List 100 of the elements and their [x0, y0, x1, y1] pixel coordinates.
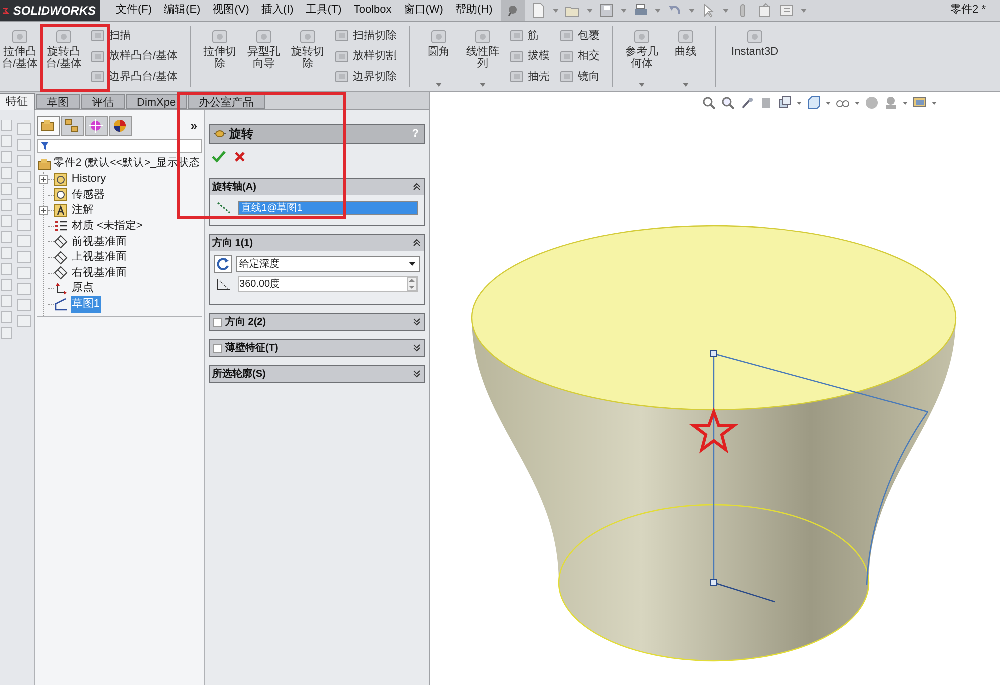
reverse-direction-icon[interactable]	[214, 255, 232, 273]
ribbon-button[interactable]: 边界切除	[335, 68, 398, 86]
display-style-icon[interactable]	[807, 96, 821, 110]
caret-icon[interactable]	[797, 102, 802, 104]
caret-icon[interactable]	[855, 102, 860, 104]
expand-icon[interactable]	[413, 370, 421, 378]
ribbon-button[interactable]: 参考几何体	[622, 22, 662, 91]
sketch-lines-drawing[interactable]	[710, 350, 928, 603]
ribbon-button[interactable]: 曲线	[666, 22, 706, 91]
history-icon	[54, 172, 68, 187]
caret-icon[interactable]	[654, 8, 661, 12]
ribbon-button[interactable]: 旋转凸台/基体	[44, 22, 84, 91]
tree-item[interactable]: 上视基准面	[70, 249, 128, 266]
spinner-icon[interactable]	[407, 277, 417, 291]
ribbon-button[interactable]: 边界凸台/基体	[91, 68, 178, 86]
section-header[interactable]: 方向 1(1)	[210, 235, 424, 251]
ribbon-button[interactable]: 放样凸台/基体	[91, 48, 178, 65]
tree-item[interactable]: 传感器	[70, 186, 106, 204]
ok-icon[interactable]	[212, 151, 226, 163]
ribbon-button[interactable]: 筋	[510, 28, 550, 44]
panel-tab[interactable]	[60, 116, 84, 136]
section-header[interactable]: 方向 2(2)	[210, 314, 424, 330]
panel-tab[interactable]	[108, 116, 132, 136]
ribbon-button[interactable]: 扫描切除	[335, 28, 398, 44]
pin-icon[interactable]	[506, 4, 519, 16]
menu-item[interactable]: 工具(T)	[306, 2, 342, 19]
menu-item[interactable]: 文件(F)	[116, 2, 152, 19]
angle-icon	[216, 276, 232, 292]
tree-item[interactable]: 材质 <未指定>	[70, 218, 144, 235]
ribbon-button[interactable]: 线性阵列	[463, 22, 504, 91]
previous-view-icon[interactable]	[740, 96, 754, 110]
ribbon-button[interactable]: 相交	[560, 48, 600, 65]
ribbon-button[interactable]: 放样切割	[335, 48, 398, 65]
caret-icon[interactable]	[826, 102, 831, 104]
caret-icon	[409, 262, 416, 266]
ribbon-button[interactable]: 抽壳	[510, 68, 550, 86]
caret-icon[interactable]	[586, 8, 593, 12]
expand-toggle-icon[interactable]	[38, 175, 48, 184]
section-title: 所选轮廓(S)	[212, 368, 266, 382]
expand-toggle-icon[interactable]	[38, 206, 48, 216]
tree-item[interactable]: 右视基准面	[70, 264, 128, 282]
tab[interactable]: 特征	[0, 93, 35, 110]
options-icon[interactable]	[778, 2, 795, 18]
caret-icon[interactable]	[932, 102, 937, 104]
tree-item[interactable]: 原点	[70, 280, 95, 297]
caret-icon[interactable]	[688, 8, 695, 12]
zoom-fit-icon[interactable]	[702, 96, 716, 110]
cancel-icon[interactable]	[234, 151, 246, 163]
zoom-area-icon[interactable]	[721, 96, 735, 110]
ribbon-button[interactable]: 扫描	[91, 28, 178, 44]
caret-icon[interactable]	[800, 8, 807, 12]
annotation-icon	[54, 204, 68, 218]
feature-icon	[91, 29, 105, 43]
tab[interactable]: 草图	[36, 94, 80, 109]
section-header[interactable]: 所选轮廓(S)	[210, 366, 424, 382]
angle-field[interactable]: 360.00度	[238, 276, 418, 292]
tree-item[interactable]: History	[70, 171, 108, 188]
expand-icon[interactable]	[413, 318, 421, 326]
ribbon-button[interactable]: 旋转切除	[288, 22, 328, 91]
section-header[interactable]: 旋转轴(A)	[210, 179, 424, 195]
save-icon[interactable]	[598, 2, 615, 18]
ribbon-button[interactable]: Instant3D	[725, 22, 786, 91]
view-settings-icon[interactable]	[913, 96, 927, 110]
new-document-icon[interactable]	[530, 2, 547, 18]
expand-button[interactable]: »	[190, 117, 202, 135]
caret-icon[interactable]	[552, 8, 559, 12]
menu-item[interactable]: Toolbox	[354, 2, 392, 19]
checkbox[interactable]	[212, 344, 222, 352]
scene-icon[interactable]	[884, 96, 898, 110]
section-header[interactable]: 薄壁特征(T)	[210, 340, 424, 356]
ribbon-button[interactable]: 拔模	[510, 48, 550, 65]
ribbon-button[interactable]: 拉伸凸台/基体	[0, 22, 40, 91]
tab[interactable]: DimXpe	[126, 94, 188, 109]
collapse-icon[interactable]	[413, 183, 421, 191]
tree-item[interactable]: 前视基准面	[70, 234, 128, 250]
collapse-icon[interactable]	[413, 239, 421, 247]
filter-field[interactable]	[36, 139, 202, 153]
ribbon-button[interactable]: 包覆	[560, 28, 600, 44]
expand-icon[interactable]	[413, 344, 421, 352]
view-orientation-icon[interactable]	[778, 96, 792, 110]
tab[interactable]: 办公室产品	[188, 94, 266, 109]
ribbon-button[interactable]: 拉伸切除	[200, 22, 240, 91]
menu-item[interactable]: 编辑(E)	[164, 2, 201, 19]
panel-tab[interactable]	[36, 116, 60, 136]
end-condition-dropdown[interactable]: 给定深度	[236, 256, 420, 272]
file-properties-icon[interactable]	[756, 2, 773, 18]
ribbon-button[interactable]: 圆角	[419, 22, 460, 91]
checkbox[interactable]	[212, 318, 222, 326]
menu-item[interactable]: 窗口(W)	[404, 2, 444, 19]
caret-icon[interactable]	[620, 8, 627, 12]
caret-icon[interactable]	[903, 102, 908, 104]
ribbon-button[interactable]: 镜向	[560, 68, 600, 86]
caret-icon[interactable]	[722, 8, 729, 12]
ribbon-button[interactable]: 异型孔向导	[244, 22, 284, 91]
sensor-icon	[54, 188, 68, 202]
tab[interactable]: 评估	[81, 94, 125, 109]
menu-item[interactable]: 插入(I)	[261, 2, 294, 19]
menu-item[interactable]: 帮助(H)	[455, 2, 493, 19]
tree-item[interactable]: 注解	[70, 202, 95, 219]
menu-item[interactable]: 视图(V)	[212, 2, 250, 19]
